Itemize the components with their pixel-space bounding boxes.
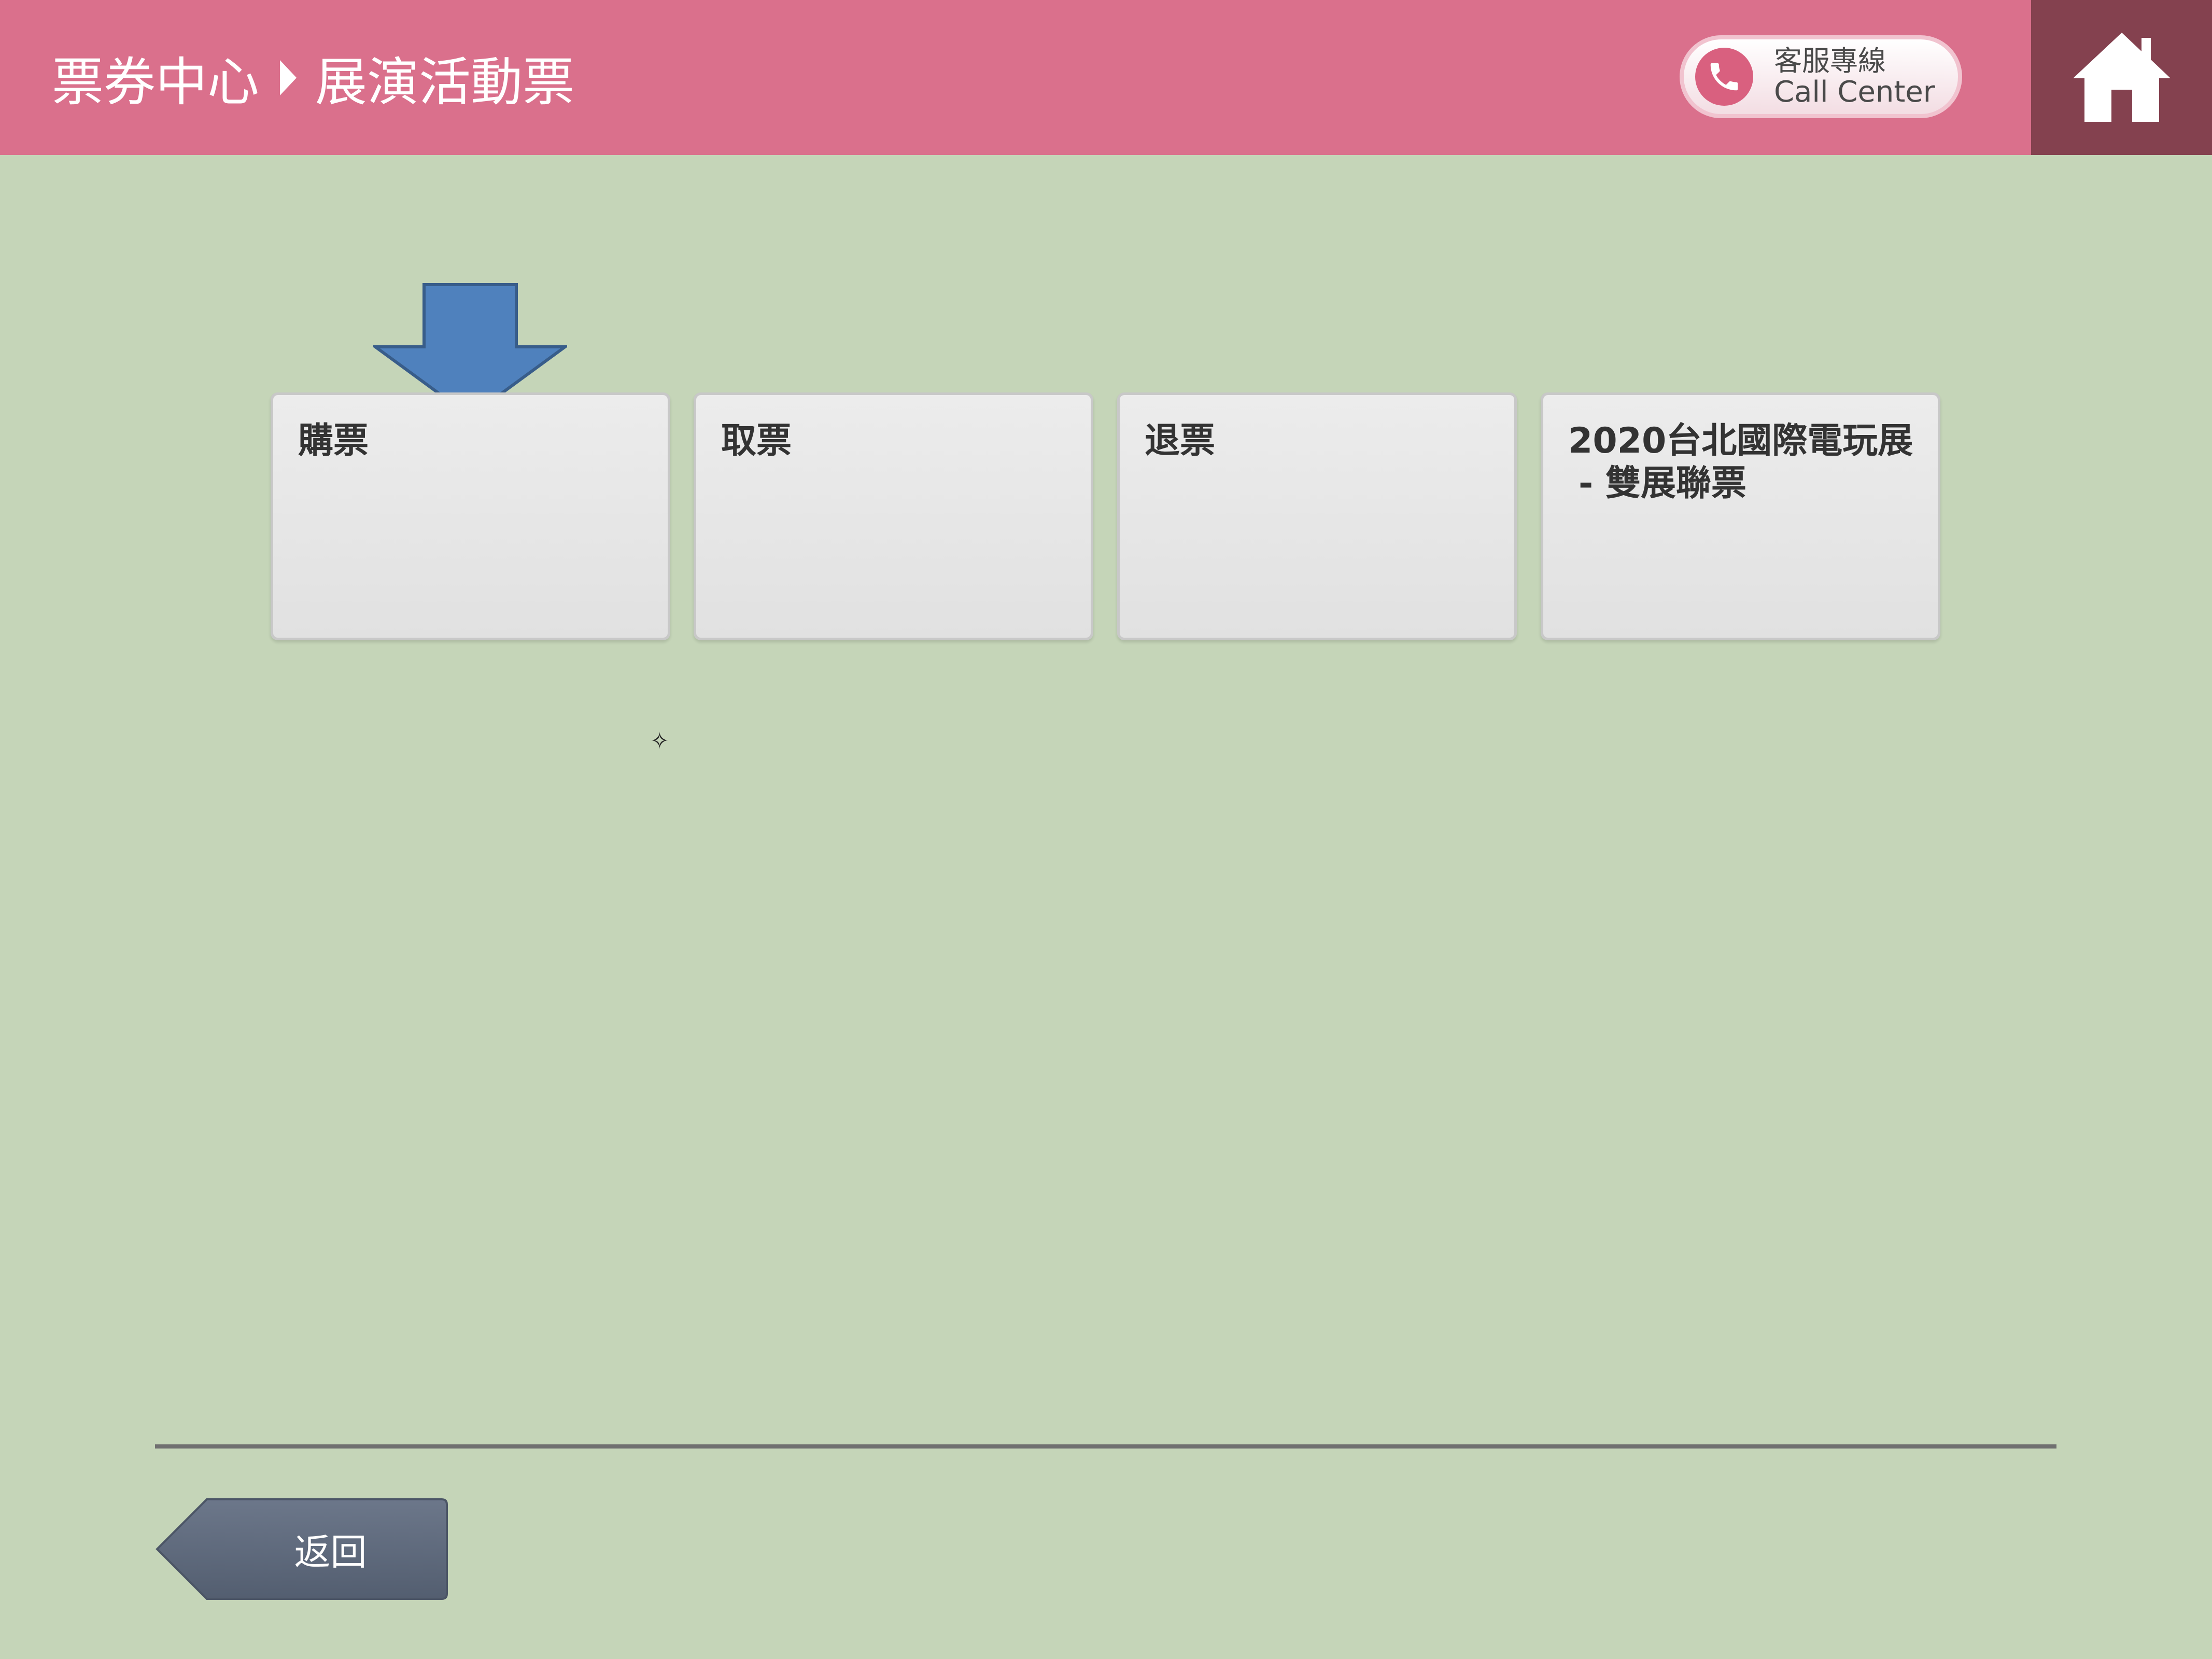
card-label: 2020台北國際電玩展 - 雙展聯票 [1568,420,1917,504]
card-refund-ticket[interactable]: 退票 [1117,392,1517,640]
card-pickup-ticket[interactable]: 取票 [694,392,1093,640]
card-label: 購票 [298,420,369,461]
call-center-text: 客服專線 Call Center [1774,44,1935,109]
call-center-label-en: Call Center [1774,75,1935,109]
breadcrumb: 票券中心 展演活動票 [52,0,574,155]
back-button[interactable]: 返回 [155,1497,449,1601]
cursor-sparkle-icon: ✧ [650,728,669,754]
breadcrumb-current: 展演活動票 [315,52,574,113]
home-button[interactable] [2031,0,2212,155]
call-center-label-zh: 客服專線 [1774,44,1886,77]
call-center-button[interactable]: 客服專線 Call Center [1680,35,1962,118]
header-bar: 票券中心 展演活動票 客服專線 Call Center [0,0,2212,155]
home-icon [2073,32,2171,122]
card-subtitle: - 雙展聯票 [1579,462,1746,504]
card-buy-ticket[interactable]: 購票 [271,392,670,640]
card-label: 退票 [1145,420,1216,461]
breadcrumb-root[interactable]: 票券中心 [52,40,259,115]
card-label: 取票 [721,420,792,461]
card-game-show-ticket[interactable]: 2020台北國際電玩展 - 雙展聯票 [1541,392,1940,640]
phone-icon [1695,48,1753,106]
breadcrumb-separator-icon [280,60,297,95]
card-title: 2020台北國際電玩展 [1568,420,1913,461]
back-button-label: 返回 [294,1530,367,1573]
footer-divider [155,1444,2056,1449]
